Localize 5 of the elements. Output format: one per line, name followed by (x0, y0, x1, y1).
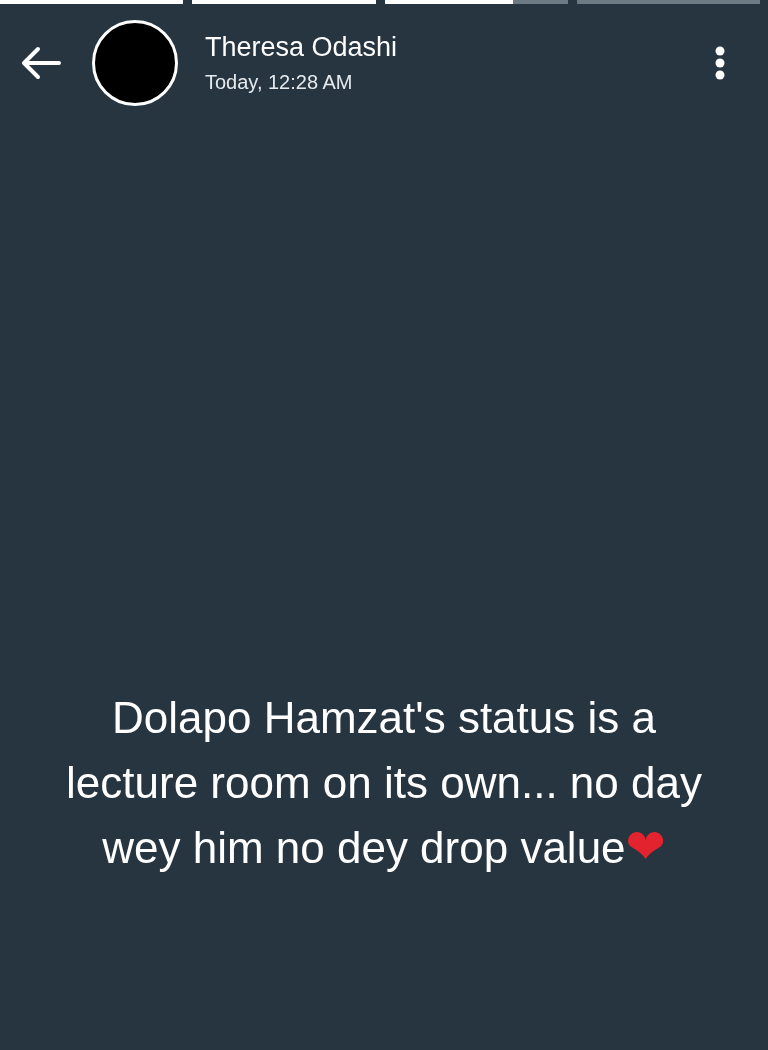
back-arrow-icon (21, 46, 61, 80)
status-timestamp: Today, 12:28 AM (205, 70, 354, 95)
contact-name: Theresa Odashi (205, 31, 399, 64)
more-options-icon (715, 46, 725, 80)
status-text: Dolapo Hamzat's status is a lecture room on its own... no day wey him no dey drop value❤ (65, 692, 703, 876)
